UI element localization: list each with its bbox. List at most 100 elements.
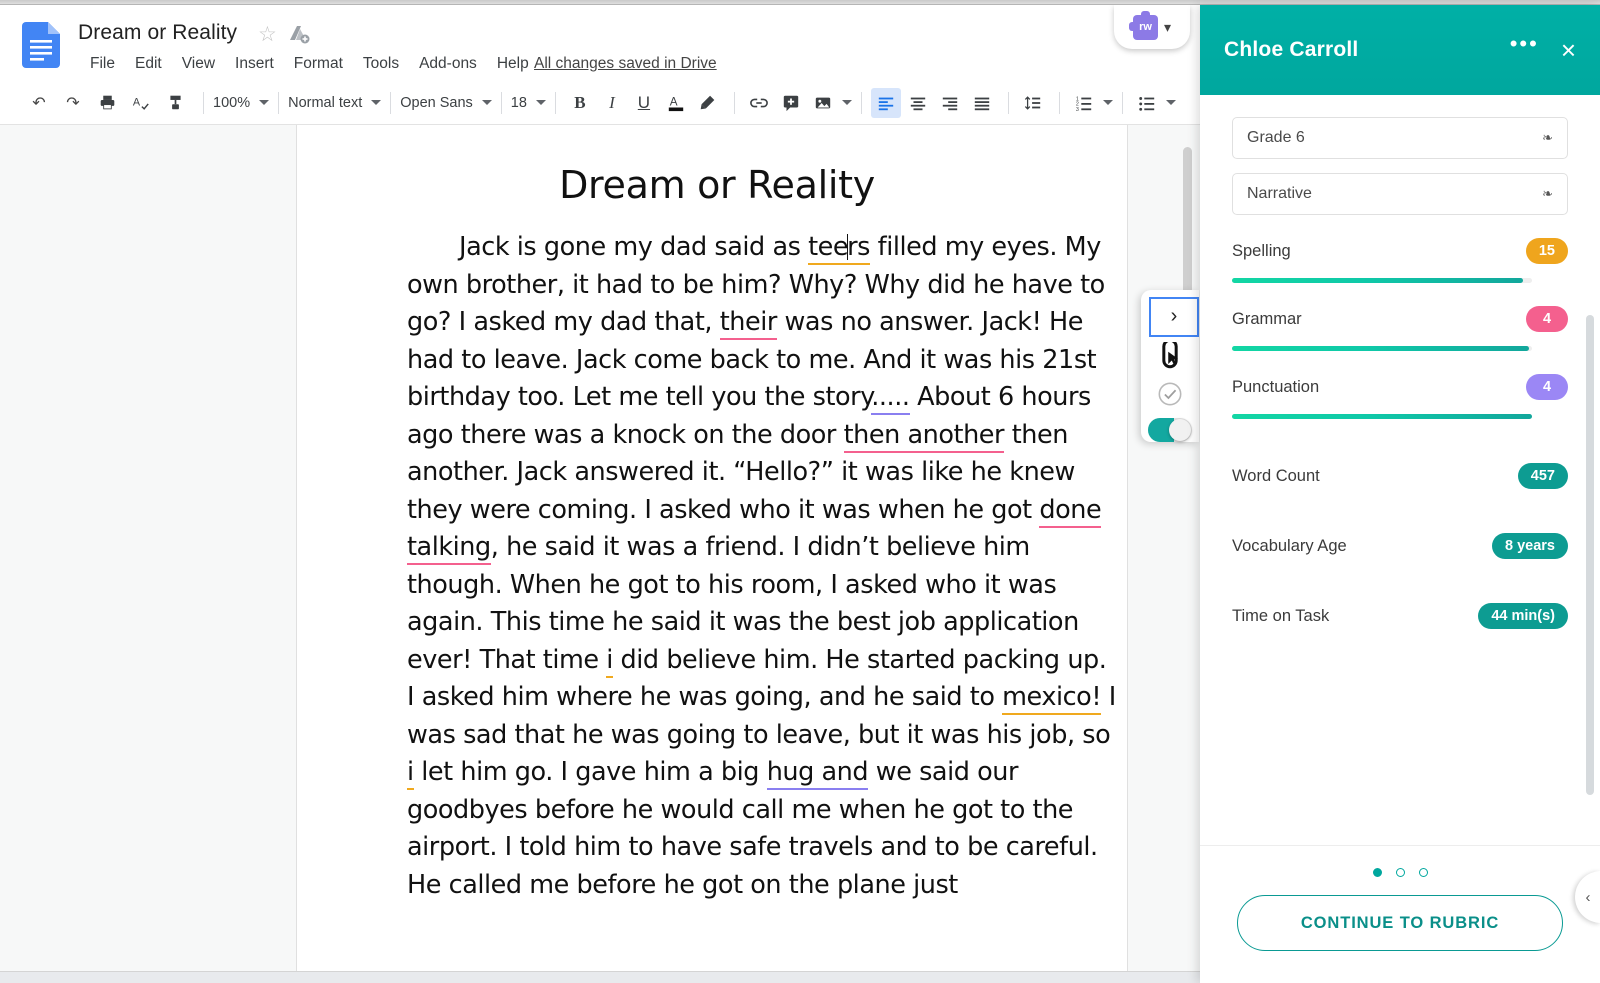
window-bottom-edge <box>0 971 1200 983</box>
document-heading: Dream or Reality <box>559 163 875 207</box>
redo-icon[interactable]: ↷ <box>58 88 88 118</box>
metric-grammar: Grammar 4 <box>1232 306 1568 351</box>
metric-time-on-task: Time on Task 44 min(s) <box>1232 603 1568 629</box>
flagged-word-orange[interactable]: i <box>606 644 613 678</box>
flagged-word-pink[interactable]: their <box>719 307 777 340</box>
toolbar-divider <box>500 91 502 114</box>
document-paragraph[interactable]: Jack is gone my dad said as teers filled… <box>407 229 1119 904</box>
pagination-dot[interactable] <box>1372 868 1382 877</box>
menu-item-view[interactable]: View <box>172 53 225 75</box>
flagged-word-purple[interactable]: hug and <box>766 757 869 790</box>
align-right-button[interactable] <box>935 88 965 118</box>
insert-link-icon[interactable] <box>744 88 774 118</box>
align-center-button[interactable] <box>903 88 933 118</box>
text-color-button[interactable]: A <box>661 88 691 118</box>
add-comment-icon[interactable] <box>776 88 806 118</box>
bulleted-list-button[interactable] <box>1132 88 1162 118</box>
svg-text:A: A <box>670 95 678 108</box>
metric-spelling: Spelling 15 <box>1232 238 1568 283</box>
student-name: Chloe Carroll <box>1224 38 1359 61</box>
menu-item-format[interactable]: Format <box>284 53 353 75</box>
more-options-icon[interactable]: ••• <box>1510 33 1539 60</box>
expand-toolbar-button[interactable]: › <box>1149 297 1199 337</box>
insert-image-icon[interactable] <box>808 88 838 118</box>
italic-button[interactable]: I <box>597 88 627 118</box>
menu-item-file[interactable]: File <box>80 53 125 75</box>
chevron-down-icon[interactable] <box>481 100 492 105</box>
chevron-down-icon[interactable] <box>841 100 852 105</box>
flagged-word-orange[interactable]: mexico! <box>1002 682 1102 715</box>
metric-row: Vocabulary Age 8 years <box>1232 533 1568 559</box>
menu-item-tools[interactable]: Tools <box>353 53 409 75</box>
font-size-field[interactable]: 18 <box>511 90 546 116</box>
zoom-level-field[interactable]: 100% <box>213 90 270 116</box>
chevron-down-icon[interactable]: ❧ <box>1542 186 1553 202</box>
flagged-word-orange[interactable]: tee <box>808 232 849 265</box>
continue-to-rubric-button[interactable]: CONTINUE TO RUBRIC <box>1237 895 1563 951</box>
flagged-word-orange[interactable]: i <box>407 757 414 790</box>
chevron-down-icon[interactable] <box>535 100 546 105</box>
panel-scrollbar-thumb[interactable] <box>1586 315 1594 795</box>
chevron-down-icon[interactable] <box>259 100 270 105</box>
numbered-list-button[interactable]: 123 <box>1069 88 1099 118</box>
cursor-icon[interactable] <box>1148 339 1192 375</box>
chevron-down-icon[interactable]: ▾ <box>1164 19 1171 36</box>
chevron-down-icon[interactable]: ❧ <box>1542 130 1553 146</box>
chevron-down-icon[interactable] <box>371 100 382 105</box>
move-to-drive-icon[interactable] <box>288 23 310 45</box>
metric-value-badge: 4 <box>1526 374 1568 400</box>
menu-item-help[interactable]: Help <box>487 53 539 75</box>
metric-value-badge: 4 <box>1526 306 1568 332</box>
pagination-dot[interactable] <box>1395 868 1405 877</box>
metrics-list: Spelling 15 Grammar 4 Punctuation 4 Word Count… <box>1232 238 1568 629</box>
toolbar-divider <box>1007 91 1009 114</box>
pagination-dot[interactable] <box>1418 868 1428 877</box>
flagged-word-orange[interactable]: rs <box>847 232 870 265</box>
undo-icon[interactable]: ↶ <box>24 88 54 118</box>
readwrite-floating-toolbar: › <box>1141 290 1199 443</box>
readwrite-extension-icon[interactable]: rw <box>1128 10 1158 40</box>
document-text: Jack is gone my dad said as <box>459 232 809 262</box>
toolbar-divider <box>390 91 392 114</box>
font-family-value: Open Sans <box>400 94 473 111</box>
chevron-down-icon[interactable] <box>1165 100 1176 105</box>
align-left-button[interactable] <box>870 87 901 118</box>
toolbar-divider <box>1058 91 1060 114</box>
check-circle-icon[interactable] <box>1148 376 1192 412</box>
paint-format-icon[interactable] <box>160 88 190 118</box>
document-page[interactable]: Dream or Reality Jack is gone my dad sai… <box>297 125 1127 983</box>
browser-extension-bubble[interactable]: rw ▾ <box>1114 5 1190 49</box>
genre-select-value: Narrative <box>1247 185 1312 202</box>
underline-button[interactable]: U <box>629 88 659 118</box>
spellcheck-icon[interactable]: A <box>126 88 156 118</box>
justify-button[interactable] <box>967 88 997 118</box>
toolbar-divider <box>733 91 735 114</box>
menu-item-addons[interactable]: Add-ons <box>409 53 487 75</box>
metric-row: Spelling 15 <box>1232 238 1568 264</box>
grade-select[interactable]: Grade 6 ❧ <box>1232 117 1568 159</box>
font-size-value: 18 <box>510 94 527 111</box>
print-icon[interactable] <box>92 88 122 118</box>
readwrite-toggle-switch[interactable] <box>1148 418 1192 443</box>
close-icon[interactable]: × <box>1561 37 1576 63</box>
line-spacing-button[interactable] <box>1018 88 1048 118</box>
paragraph-style-field[interactable]: Normal text <box>288 90 382 116</box>
document-title[interactable]: Dream or Reality <box>78 21 237 45</box>
menu-item-insert[interactable]: Insert <box>225 53 284 75</box>
save-status-label[interactable]: All changes saved in Drive <box>534 55 717 73</box>
panel-body: Grade 6 ❧ Narrative ❧ Spelling 15 Grammar 4… <box>1200 95 1600 845</box>
flagged-word-purple[interactable]: ..... <box>871 382 910 415</box>
highlight-color-button[interactable] <box>693 88 723 118</box>
paragraph-style-value: Normal text <box>288 94 363 111</box>
flagged-word-pink[interactable]: then another <box>843 419 1005 453</box>
star-icon[interactable]: ☆ <box>258 24 277 45</box>
metric-value-badge: 457 <box>1517 463 1568 489</box>
chevron-down-icon[interactable] <box>1102 100 1113 105</box>
font-family-field[interactable]: Open Sans <box>400 90 492 116</box>
metric-label: Grammar <box>1232 309 1302 328</box>
zoom-level-value: 100% <box>213 94 251 111</box>
bold-button[interactable]: B <box>565 88 595 118</box>
menu-item-edit[interactable]: Edit <box>125 53 172 75</box>
docs-menu-bar: File Edit View Insert Format Tools Add-o… <box>80 53 539 75</box>
genre-select[interactable]: Narrative ❧ <box>1232 173 1568 215</box>
